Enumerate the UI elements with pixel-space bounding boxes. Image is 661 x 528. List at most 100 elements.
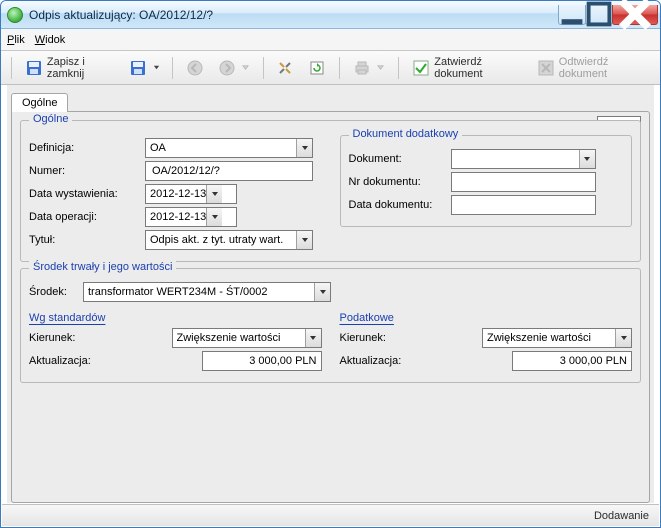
save-icon: [26, 60, 42, 76]
refresh-button[interactable]: [303, 56, 331, 80]
group-additional-doc: Dokument dodatkowy Dokument: Nr dokument…: [340, 135, 633, 227]
minimize-button[interactable]: [558, 5, 586, 25]
save-close-label: Zapisz i zamknij: [47, 56, 116, 80]
group-asset-legend: Środek trwały i jego wartości: [29, 261, 176, 273]
docdate-input[interactable]: [456, 196, 591, 214]
approve-button[interactable]: Zatwierdź dokument: [407, 56, 528, 80]
group-general: Ogólne Definicja: OA Numer:: [20, 120, 641, 262]
number-label: Numer:: [29, 165, 139, 177]
number-input[interactable]: [150, 162, 308, 180]
chevron-down-icon: [206, 185, 222, 203]
menu-view[interactable]: Widok: [35, 34, 66, 46]
tax-upd-label: Aktualizacja:: [340, 355, 420, 367]
operation-date-label: Data operacji:: [29, 211, 139, 223]
content-area: Ogólne Zatwierdzony: Nie Ogólne Definicj…: [7, 85, 654, 503]
window-title: Odpis aktualizujący: OA/2012/12/?: [29, 8, 213, 22]
chevron-down-icon: [305, 329, 321, 347]
issue-date-label: Data wystawienia:: [29, 188, 139, 200]
definition-label: Definicja:: [29, 142, 139, 154]
close-icon: [613, 0, 657, 36]
group-tax: Podatkowe Kierunek: Zwiększenie wartości…: [340, 306, 633, 374]
tax-upd-value: 3 000,00 PLN: [560, 352, 627, 370]
standards-legend: Wg standardów: [29, 312, 322, 324]
tax-legend: Podatkowe: [340, 312, 633, 324]
chevron-down-icon: [296, 231, 312, 249]
group-additional-legend: Dokument dodatkowy: [349, 128, 463, 140]
tools-button[interactable]: [271, 56, 299, 80]
chevron-down-icon: [615, 329, 631, 347]
standards-dir-value: Zwiększenie wartości: [177, 329, 281, 347]
issue-date-value: 2012-12-13: [150, 185, 206, 203]
toolbar: Zapisz i zamknij Z: [1, 51, 660, 85]
printer-icon: [354, 60, 370, 76]
title-label: Tytuł:: [29, 234, 139, 246]
tools-icon: [277, 60, 293, 76]
status-mode: Dodawanie: [594, 510, 649, 522]
dropdown-icon: [242, 64, 249, 71]
asset-value: transformator WERT234M - ŚT/0002: [88, 283, 268, 301]
app-icon: [7, 7, 23, 23]
definition-value: OA: [150, 139, 166, 157]
menu-file[interactable]: Plik: [7, 34, 25, 46]
tab-page-general: Zatwierdzony: Nie Ogólne Definicja: OA: [11, 111, 650, 503]
standards-upd-value: 3 000,00 PLN: [249, 352, 316, 370]
doc-label: Dokument:: [349, 153, 445, 165]
unapprove-label: Odtwierdź dokument: [559, 56, 648, 80]
tax-dir-combo[interactable]: Zwiększenie wartości: [482, 328, 632, 348]
doc-combo[interactable]: [451, 149, 596, 169]
print-button[interactable]: [348, 56, 390, 80]
tab-strip: Ogólne: [11, 89, 650, 111]
docnum-field[interactable]: [451, 172, 596, 192]
app-window: Odpis aktualizujący: OA/2012/12/? Plik W…: [0, 0, 661, 528]
title-combo[interactable]: Odpis akt. z tyt. utraty wart.: [145, 230, 313, 250]
docnum-input[interactable]: [456, 173, 591, 191]
tab-general[interactable]: Ogólne: [11, 93, 68, 112]
operation-date-picker[interactable]: 2012-12-13: [145, 207, 237, 227]
chevron-down-icon: [296, 139, 312, 157]
title-bar: Odpis aktualizujący: OA/2012/12/?: [1, 1, 660, 29]
standards-upd-field[interactable]: 3 000,00 PLN: [202, 351, 322, 371]
asset-label: Środek:: [29, 286, 77, 298]
chevron-down-icon: [579, 150, 595, 168]
arrow-right-icon: [219, 60, 235, 76]
group-asset: Środek trwały i jego wartości Środek: tr…: [20, 268, 641, 383]
window-buttons: [559, 5, 658, 25]
save-icon-small: [130, 60, 146, 76]
title-value: Odpis akt. z tyt. utraty wart.: [150, 231, 283, 249]
group-general-legend: Ogólne: [29, 113, 72, 125]
save-close-button[interactable]: Zapisz i zamknij: [20, 56, 122, 80]
number-field[interactable]: [145, 161, 313, 181]
chevron-down-icon: [206, 208, 222, 226]
standards-upd-label: Aktualizacja:: [29, 355, 109, 367]
standards-dir-combo[interactable]: Zwiększenie wartości: [172, 328, 322, 348]
docdate-field[interactable]: [451, 195, 596, 215]
operation-date-value: 2012-12-13: [150, 208, 206, 226]
arrow-left-icon: [187, 60, 203, 76]
tax-upd-field[interactable]: 3 000,00 PLN: [512, 351, 632, 371]
docnum-label: Nr dokumentu:: [349, 176, 445, 188]
check-icon: [413, 60, 429, 76]
save-button[interactable]: [126, 56, 164, 80]
unapprove-button[interactable]: Odtwierdź dokument: [532, 56, 654, 80]
refresh-icon: [309, 60, 325, 76]
chevron-down-icon: [314, 283, 330, 301]
maximize-button[interactable]: [585, 5, 613, 25]
approve-label: Zatwierdź dokument: [434, 56, 522, 80]
group-standards: Wg standardów Kierunek: Zwiększenie wart…: [29, 306, 322, 374]
dropdown-icon: [377, 64, 384, 71]
nav-forward-button[interactable]: [213, 56, 255, 80]
standards-dir-label: Kierunek:: [29, 332, 109, 344]
tax-dir-value: Zwiększenie wartości: [487, 329, 591, 347]
definition-combo[interactable]: OA: [145, 138, 313, 158]
close-button[interactable]: [612, 5, 658, 25]
tax-dir-label: Kierunek:: [340, 332, 420, 344]
maximize-icon: [586, 1, 612, 27]
asset-combo[interactable]: transformator WERT234M - ŚT/0002: [83, 282, 331, 302]
minimize-icon: [559, 1, 585, 27]
docdate-label: Data dokumentu:: [349, 199, 445, 211]
status-bar: Dodawanie: [2, 504, 659, 526]
nav-back-button[interactable]: [181, 56, 209, 80]
dropdown-icon: [153, 64, 160, 71]
issue-date-picker[interactable]: 2012-12-13: [145, 184, 237, 204]
menu-bar: Plik Widok: [1, 29, 660, 51]
